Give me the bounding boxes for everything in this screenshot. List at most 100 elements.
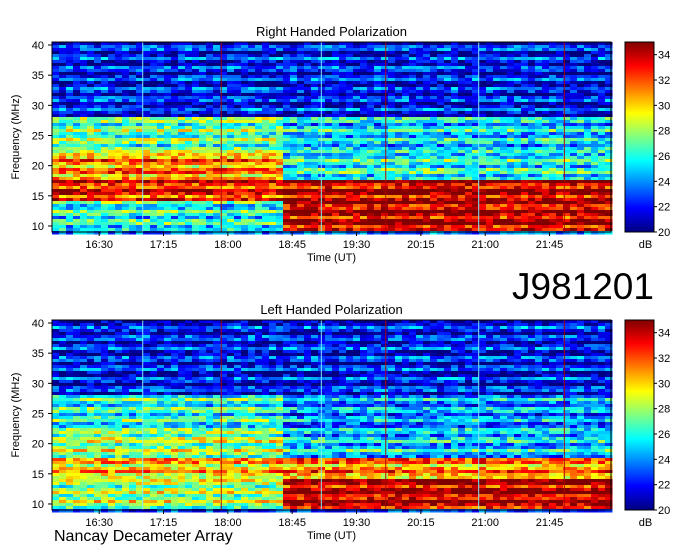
spectrogram-cell bbox=[108, 108, 116, 112]
spectrogram-cell bbox=[304, 210, 312, 214]
spectrogram-cell bbox=[304, 51, 312, 55]
spectrogram-cell bbox=[227, 78, 235, 82]
spectrogram-cell bbox=[556, 189, 564, 193]
spectrogram-cell bbox=[451, 147, 459, 151]
spectrogram-cell bbox=[325, 96, 333, 100]
spectrogram-cell bbox=[577, 45, 585, 49]
spectrogram-cell bbox=[164, 225, 172, 229]
spectrogram-cell bbox=[150, 66, 158, 70]
spectrogram-cell bbox=[283, 42, 291, 46]
spectrogram-cell bbox=[115, 84, 123, 88]
spectrogram-cell bbox=[584, 51, 592, 55]
spectrogram-cell bbox=[486, 159, 494, 163]
spectrogram-cell bbox=[416, 177, 424, 181]
spectrogram-cell bbox=[444, 138, 452, 142]
spectrogram-cell bbox=[360, 129, 368, 133]
spectrogram-cell bbox=[346, 213, 354, 217]
spectrogram-cell bbox=[423, 72, 431, 76]
spectrogram-cell bbox=[150, 99, 158, 103]
spectrogram-cell bbox=[507, 63, 515, 67]
spectrogram-cell bbox=[521, 171, 529, 175]
spectrogram-cell bbox=[346, 225, 354, 229]
spectrogram-cell bbox=[521, 225, 529, 229]
spectrogram-cell bbox=[402, 162, 410, 166]
spectrogram-cell bbox=[227, 69, 235, 73]
spectrogram-cell bbox=[234, 87, 242, 91]
spectrogram-cell bbox=[150, 57, 158, 61]
spectrogram-cell bbox=[493, 177, 501, 181]
spectrogram-cell bbox=[199, 81, 207, 85]
spectrogram-cell bbox=[52, 186, 60, 190]
spectrogram-cell bbox=[416, 81, 424, 85]
spectrogram-cell bbox=[94, 150, 102, 154]
spectrogram-cell bbox=[374, 195, 382, 199]
spectrogram-cell bbox=[122, 153, 130, 157]
spectrogram-cell bbox=[297, 201, 305, 205]
spectrogram-cell bbox=[227, 60, 235, 64]
spectrogram-cell bbox=[325, 210, 333, 214]
spectrogram-cell bbox=[507, 75, 515, 79]
spectrogram-cell bbox=[157, 144, 165, 148]
spectrogram-cell bbox=[332, 96, 340, 100]
spectrogram-cell bbox=[507, 138, 515, 142]
spectrogram-cell bbox=[248, 186, 256, 190]
spectrogram-cell bbox=[493, 168, 501, 172]
spectrogram-cell bbox=[213, 207, 221, 211]
spectrogram-cell bbox=[346, 141, 354, 145]
spectrogram-cell bbox=[129, 180, 137, 184]
spectrogram-cell bbox=[374, 222, 382, 226]
spectrogram-cell bbox=[500, 114, 508, 118]
spectrogram-cell bbox=[115, 153, 123, 157]
spectrogram-cell bbox=[444, 108, 452, 112]
spectrogram-cell bbox=[556, 222, 564, 226]
spectrogram-cell bbox=[514, 129, 522, 133]
spectrogram-cell bbox=[304, 207, 312, 211]
spectrogram-cell bbox=[507, 120, 515, 124]
spectrogram-cell bbox=[192, 120, 200, 124]
spectrogram-cell bbox=[248, 135, 256, 139]
spectrogram-cell bbox=[290, 123, 298, 127]
spectrogram-cell bbox=[311, 57, 319, 61]
spectrogram-cell bbox=[73, 195, 81, 199]
spectrogram-cell bbox=[129, 69, 137, 73]
spectrogram-cell bbox=[423, 219, 431, 223]
spectrogram-cell bbox=[276, 120, 284, 124]
spectrogram-cell bbox=[528, 195, 536, 199]
spectrogram-cell bbox=[150, 129, 158, 133]
spectrogram-cell bbox=[339, 138, 347, 142]
spectrogram-cell bbox=[304, 183, 312, 187]
spectrogram-cell bbox=[556, 60, 564, 64]
spectrogram-cell bbox=[283, 75, 291, 79]
spectrogram-cell bbox=[591, 135, 599, 139]
spectrogram-cell bbox=[101, 204, 109, 208]
spectrogram-cell bbox=[276, 189, 284, 193]
spectrogram-cell bbox=[115, 81, 123, 85]
spectrogram-cell bbox=[164, 135, 172, 139]
spectrogram-cell bbox=[367, 204, 375, 208]
spectrogram-cell bbox=[556, 162, 564, 166]
spectrogram-cell bbox=[150, 213, 158, 217]
spectrogram-cell bbox=[52, 126, 60, 130]
spectrogram-cell bbox=[528, 132, 536, 136]
spectrogram-cell bbox=[66, 126, 74, 130]
spectrogram-cell bbox=[493, 99, 501, 103]
spectrogram-cell bbox=[311, 213, 319, 217]
spectrogram-cell bbox=[521, 180, 529, 184]
spectrogram-cell bbox=[213, 177, 221, 181]
spectrogram-cell bbox=[255, 216, 263, 220]
spectrogram-cell bbox=[416, 51, 424, 55]
spectrogram-cell bbox=[388, 177, 396, 181]
spectrogram-cell bbox=[535, 156, 543, 160]
spectrogram-cell bbox=[262, 105, 270, 109]
spectrogram-cell bbox=[297, 228, 305, 232]
spectrogram-cell bbox=[339, 177, 347, 181]
spectrogram-cell bbox=[297, 45, 305, 49]
spectrogram-cell bbox=[598, 90, 606, 94]
spectrogram-cell bbox=[276, 51, 284, 55]
spectrogram-cell bbox=[360, 51, 368, 55]
spectrogram-cell bbox=[458, 75, 466, 79]
spectrogram-cell bbox=[416, 72, 424, 76]
spectrogram-cell bbox=[598, 126, 606, 130]
spectrogram-cell bbox=[87, 123, 95, 127]
spectrogram-cell bbox=[542, 159, 550, 163]
